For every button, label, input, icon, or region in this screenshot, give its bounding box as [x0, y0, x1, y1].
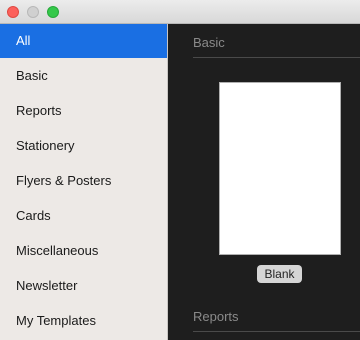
section-header-reports: Reports [193, 309, 239, 324]
sidebar-item-reports[interactable]: Reports [0, 94, 167, 128]
sidebar-item-my-templates[interactable]: My Templates [0, 304, 167, 338]
blank-template-thumbnail[interactable] [219, 82, 341, 255]
sidebar-item-flyers-posters[interactable]: Flyers & Posters [0, 164, 167, 198]
blank-template-label[interactable]: Blank [257, 265, 302, 283]
template-gallery: Basic Blank Reports [168, 24, 360, 340]
title-bar[interactable] [0, 0, 360, 24]
section-header-basic: Basic [193, 35, 225, 50]
template-chooser-window: All Basic Reports Stationery Flyers & Po… [0, 0, 360, 340]
sidebar-item-miscellaneous[interactable]: Miscellaneous [0, 234, 167, 268]
sidebar-item-all[interactable]: All [0, 24, 167, 58]
section-divider [193, 57, 360, 58]
minimize-window-button[interactable] [27, 6, 39, 18]
sidebar-item-basic[interactable]: Basic [0, 59, 167, 93]
sidebar-item-cards[interactable]: Cards [0, 199, 167, 233]
category-sidebar: All Basic Reports Stationery Flyers & Po… [0, 24, 168, 340]
sidebar-item-newsletter[interactable]: Newsletter [0, 269, 167, 303]
zoom-window-button[interactable] [47, 6, 59, 18]
section-divider [193, 331, 360, 332]
sidebar-item-stationery[interactable]: Stationery [0, 129, 167, 163]
close-window-button[interactable] [7, 6, 19, 18]
